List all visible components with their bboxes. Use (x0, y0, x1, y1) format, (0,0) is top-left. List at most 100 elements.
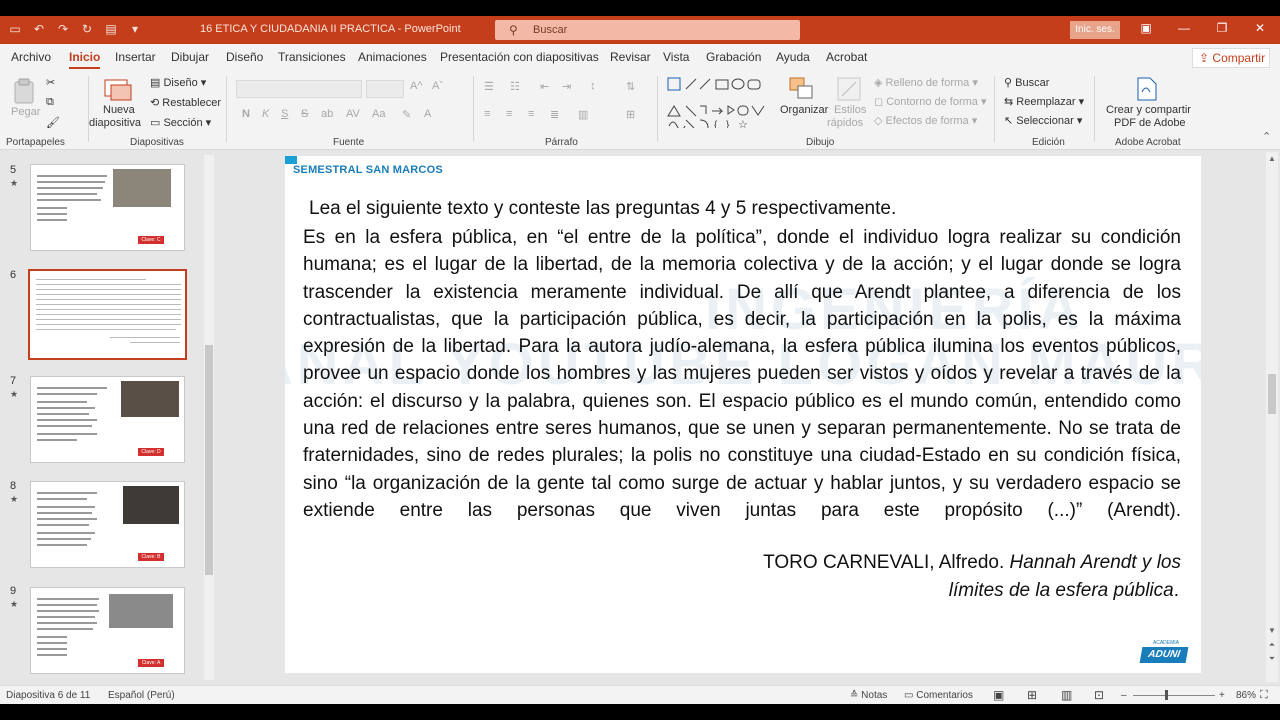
customize-qat-icon[interactable]: ▾ (128, 22, 142, 36)
zoom-slider[interactable] (1133, 695, 1215, 696)
create-pdf-icon[interactable] (1134, 76, 1158, 102)
cut-icon[interactable]: ✂ (46, 76, 55, 89)
justify-icon[interactable]: ≣ (550, 108, 559, 121)
scroll-down-icon[interactable]: ▼ (1266, 626, 1278, 635)
tab-inicio[interactable]: Inicio (69, 50, 101, 69)
tab-revisar[interactable]: Revisar (610, 50, 651, 64)
slideshow-icon[interactable]: ⊡ (1094, 688, 1104, 702)
redo-icon[interactable]: ↷ (56, 22, 70, 36)
shrink-font-icon[interactable]: Aˇ (432, 80, 443, 92)
italic-button[interactable]: K (262, 108, 269, 120)
reset-button[interactable]: ⟲ Restablecer (150, 96, 221, 109)
text-direction-icon[interactable]: ⇅ (626, 80, 635, 93)
select-button[interactable]: ↖ Seleccionar ▾ (1004, 114, 1082, 127)
find-button[interactable]: ⚲ Buscar (1004, 76, 1049, 89)
slide-canvas[interactable]: SEMESTRAL SAN MARCOS INGENIERÍA CANAL YO… (285, 156, 1201, 673)
paste-icon[interactable] (12, 78, 36, 104)
shape-fill-button[interactable]: ◈ Relleno de forma ▾ (874, 76, 978, 89)
signin-button[interactable]: Inic. ses. (1070, 21, 1120, 39)
zoom-out-button[interactable]: – (1121, 690, 1127, 701)
format-painter-icon[interactable]: 🖌 (46, 116, 60, 129)
collapse-ribbon-icon[interactable]: ⌃ (1262, 130, 1271, 143)
grow-font-icon[interactable]: A^ (410, 80, 423, 92)
maximize-icon[interactable]: ❐ (1214, 21, 1230, 35)
new-slide-icon[interactable] (103, 76, 133, 102)
shadow-icon[interactable]: ab (321, 108, 333, 120)
highlight-icon[interactable]: ✎ (402, 108, 411, 121)
tab-archivo[interactable]: Archivo (11, 50, 51, 64)
change-case-icon[interactable]: Aa (372, 108, 385, 120)
slide-thumbnail-9[interactable]: Clave: A (30, 587, 185, 674)
new-slide-label-2[interactable]: diapositiva (89, 117, 141, 129)
arrange-icon[interactable] (788, 76, 814, 102)
comments-button[interactable]: ▭ Comentarios (904, 690, 973, 701)
slide-thumbnail-5[interactable]: Clave: C (30, 164, 185, 251)
close-icon[interactable]: ✕ (1252, 21, 1268, 35)
start-presentation-icon[interactable]: ▤ (104, 22, 118, 36)
tab-transiciones[interactable]: Transiciones (278, 50, 346, 64)
align-left-icon[interactable]: ≡ (484, 108, 490, 120)
normal-view-icon[interactable]: ▣ (993, 688, 1004, 702)
section-button[interactable]: ▭ Sección ▾ (150, 116, 211, 129)
zoom-in-button[interactable]: + (1219, 690, 1225, 701)
layout-button[interactable]: ▤ Diseño ▾ (150, 76, 206, 89)
replace-button[interactable]: ⇆ Reemplazar ▾ (1004, 95, 1084, 108)
align-right-icon[interactable]: ≡ (528, 108, 534, 120)
shapes-gallery-icon[interactable]: {} ☆ (666, 76, 776, 128)
quick-styles-label-1[interactable]: Estilos (834, 104, 866, 116)
columns-icon[interactable]: ▥ (578, 108, 588, 121)
font-name-box[interactable] (236, 80, 362, 98)
tab-insertar[interactable]: Insertar (115, 50, 156, 64)
tab-grabacion[interactable]: Grabación (706, 50, 761, 64)
char-spacing-icon[interactable]: AV (346, 108, 360, 120)
search-box[interactable]: ⚲ Buscar (495, 20, 800, 40)
tab-acrobat[interactable]: Acrobat (826, 50, 867, 64)
share-button[interactable]: ⇪ Compartir (1192, 48, 1270, 68)
tab-diseno[interactable]: Diseño (226, 50, 263, 64)
shape-outline-button[interactable]: ◻ Contorno de forma ▾ (874, 95, 986, 108)
ribbon-display-icon[interactable]: ▣ (1138, 21, 1154, 35)
tab-animaciones[interactable]: Animaciones (358, 50, 427, 64)
zoom-level[interactable]: 86% (1236, 690, 1256, 701)
undo-icon[interactable]: ↶ (32, 22, 46, 36)
autosave-icon[interactable]: ▭ (8, 22, 22, 36)
strikethrough-button[interactable]: S (301, 108, 308, 120)
slide-sorter-icon[interactable]: ⊞ (1027, 688, 1037, 702)
copy-icon[interactable]: ⧉ (46, 96, 54, 109)
arrange-label[interactable]: Organizar (780, 104, 828, 116)
font-color-icon[interactable]: A (424, 108, 431, 120)
minimize-icon[interactable]: — (1176, 21, 1192, 35)
tab-ayuda[interactable]: Ayuda (776, 50, 810, 64)
thumbnail-scrollbar-thumb[interactable] (205, 345, 213, 575)
tab-vista[interactable]: Vista (663, 50, 689, 64)
slide-thumbnail-6[interactable] (28, 269, 187, 360)
slide-thumbnail-7[interactable]: Clave: D (30, 376, 185, 463)
tab-presentacion[interactable]: Presentación con diapositivas (440, 50, 599, 64)
underline-button[interactable]: S (281, 108, 288, 120)
next-slide-icon[interactable]: ⏷ (1266, 654, 1278, 664)
slide-scrollbar[interactable]: ▲ ▼ ⏶ ⏷ (1266, 152, 1278, 682)
font-size-box[interactable] (366, 80, 404, 98)
refresh-icon[interactable]: ↻ (80, 22, 94, 36)
reading-view-icon[interactable]: ▥ (1061, 688, 1072, 702)
scroll-up-icon[interactable]: ▲ (1266, 154, 1278, 163)
language-indicator[interactable]: Español (Perú) (108, 690, 175, 701)
tab-dibujar[interactable]: Dibujar (171, 50, 209, 64)
previous-slide-icon[interactable]: ⏶ (1266, 640, 1278, 650)
thumbnail-scrollbar[interactable] (204, 155, 214, 680)
create-pdf-label-1[interactable]: Crear y compartir (1106, 104, 1191, 116)
numbering-icon[interactable]: ☷ (510, 80, 520, 93)
fit-to-window-icon[interactable]: ⛶ (1260, 689, 1268, 702)
slide-thumbnail-8[interactable]: Clave: B (30, 481, 185, 568)
zoom-slider-handle[interactable] (1165, 690, 1168, 700)
shape-effects-button[interactable]: ◇ Efectos de forma ▾ (874, 114, 977, 127)
bullets-icon[interactable]: ☰ (484, 80, 494, 93)
slide-scrollbar-thumb[interactable] (1268, 374, 1276, 414)
bold-button[interactable]: N (242, 108, 250, 120)
increase-indent-icon[interactable]: ⇥ (562, 80, 571, 93)
quick-styles-icon[interactable] (836, 76, 862, 102)
smartart-icon[interactable]: ⊞ (626, 108, 635, 121)
notes-button[interactable]: ≙ Notas (850, 690, 887, 701)
align-center-icon[interactable]: ≡ (506, 108, 512, 120)
decrease-indent-icon[interactable]: ⇤ (540, 80, 549, 93)
